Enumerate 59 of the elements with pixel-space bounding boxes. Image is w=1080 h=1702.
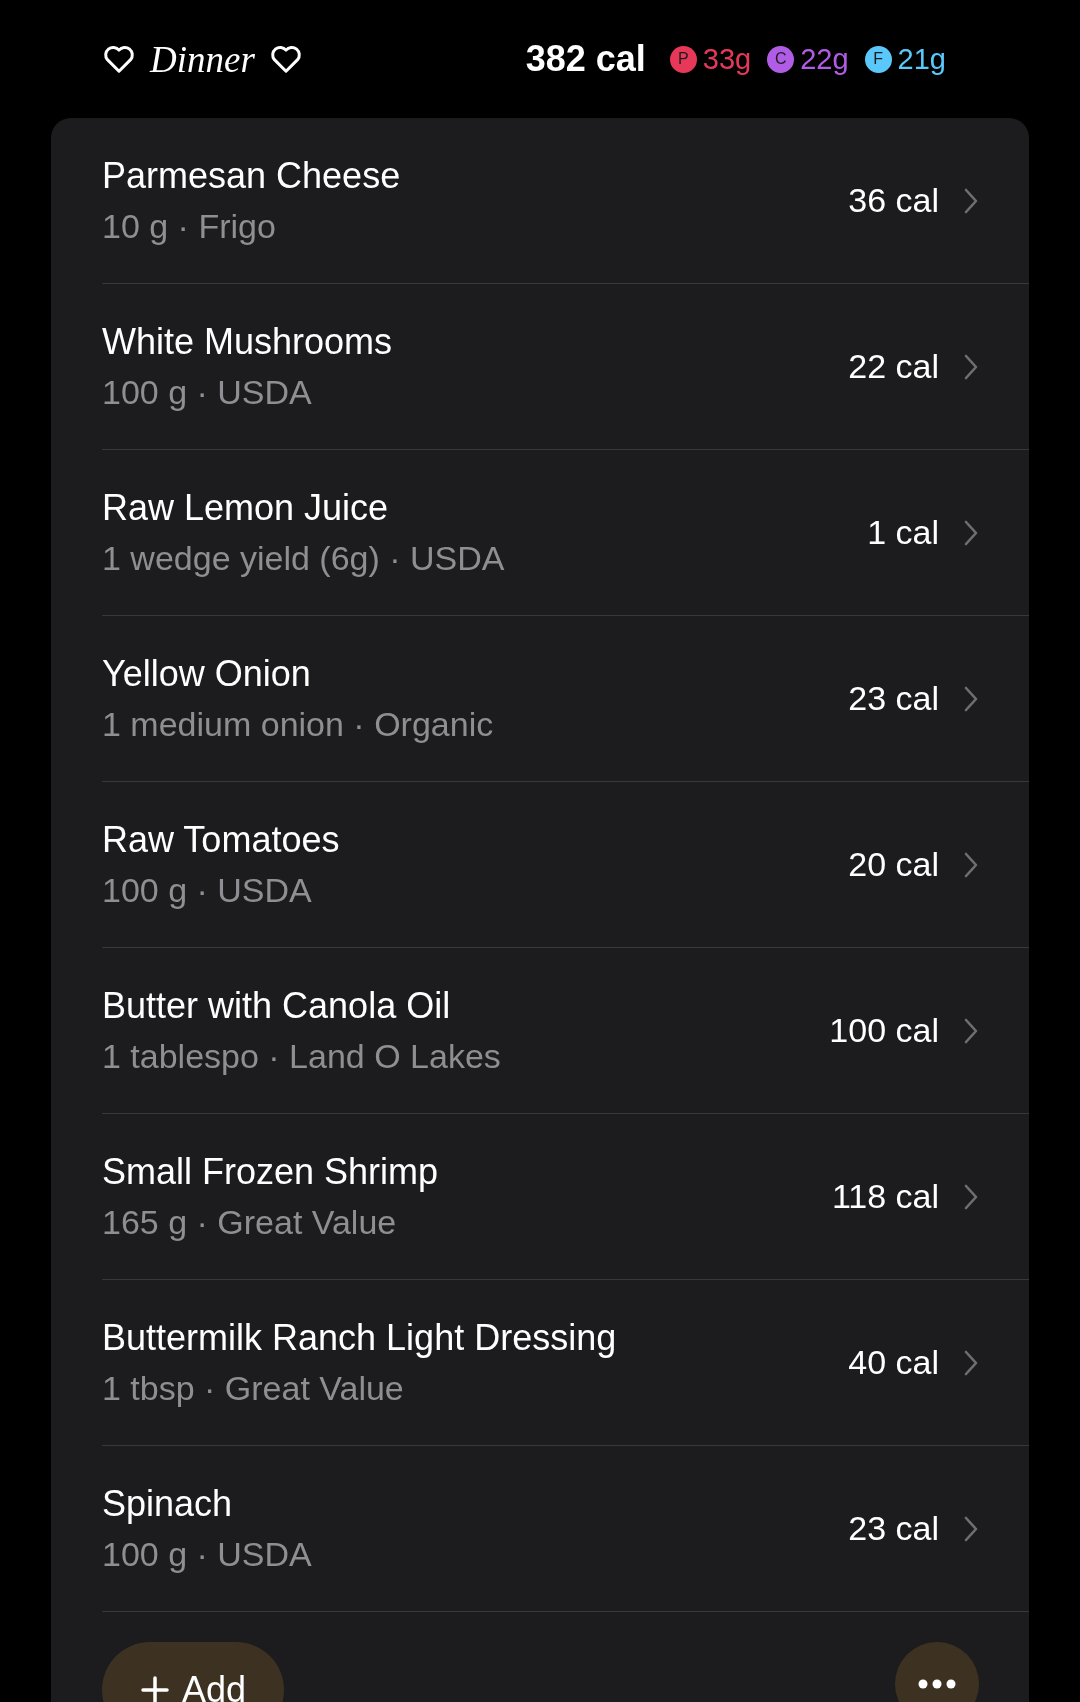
food-detail: 1 medium onion · Organic [102,705,495,744]
food-detail: 100 g · USDA [102,1535,313,1574]
add-button[interactable]: Add [102,1642,285,1702]
plus-icon [140,1675,170,1702]
food-detail: 100 g · USDA [102,871,313,910]
chevron-right-icon [963,518,979,547]
food-row[interactable]: Small Frozen Shrimp 165 g · Great Value 118 cal [102,1114,1029,1280]
heart-icon [268,44,303,74]
food-calories: 22 cal [848,347,939,386]
food-detail: 100 g · USDA [102,373,313,412]
chevron-right-icon [963,850,979,879]
chevron-right-icon [963,352,979,381]
food-name: Parmesan Cheese [102,155,402,197]
macro-badge: F [864,45,892,73]
food-name: White Mushrooms [102,321,394,363]
food-row[interactable]: Yellow Onion 1 medium onion · Organic 23 cal [102,616,1029,782]
chevron-right-icon [963,1348,979,1377]
macro-amount: 22g [800,42,849,76]
food-calories: 118 cal [831,1177,939,1216]
heart-icon [102,44,136,74]
food-name: Butter with Canola Oil [102,985,452,1027]
food-calories: 20 cal [848,845,939,884]
food-name: Yellow Onion [102,653,312,695]
macro-badge: C [767,45,795,73]
food-name: Buttermilk Ranch Light Dressing [102,1317,618,1359]
food-row[interactable]: White Mushrooms 100 g · USDA 22 cal [102,284,1029,450]
food-calories: 36 cal [848,181,939,220]
chevron-right-icon [963,684,979,713]
ellipsis-icon [918,1679,956,1689]
chevron-right-icon [963,1182,979,1211]
macro-badge: P [669,45,697,73]
food-row[interactable]: Parmesan Cheese 10 g · Frigo 36 cal [102,118,1029,284]
food-calories: 23 cal [848,1509,939,1548]
food-detail: 1 tablespo · Land O Lakes [102,1037,502,1076]
food-name: Small Frozen Shrimp [102,1151,440,1193]
food-calories: 100 cal [829,1011,939,1050]
food-row[interactable]: Raw Tomatoes 100 g · USDA 20 cal [102,782,1029,948]
food-detail: 10 g · Frigo [102,207,277,246]
food-calories: 40 cal [848,1343,939,1382]
food-row[interactable]: Raw Lemon Juice 1 wedge yield (6g) · USDA 1 cal [102,450,1029,616]
food-detail: 1 wedge yield (6g) · USDA [102,539,506,578]
total-calories: 382 cal [525,38,646,80]
food-row[interactable]: Buttermilk Ranch Light Dressing 1 tbsp · Great Value 40 cal [102,1280,1029,1446]
food-name: Spinach [102,1483,234,1525]
food-calories: 1 cal [867,513,939,552]
food-calories: 23 cal [848,679,939,718]
chevron-right-icon [963,186,979,215]
more-button[interactable] [895,1642,979,1702]
macro-amount: 21g [897,42,946,76]
chevron-right-icon [963,1016,979,1045]
food-detail: 1 tbsp · Great Value [102,1369,405,1408]
food-name: Raw Lemon Juice [102,487,390,529]
food-row[interactable]: Spinach 100 g · USDA 23 cal [102,1446,1029,1612]
chevron-right-icon [963,1514,979,1543]
food-row[interactable]: Butter with Canola Oil 1 tablespo · Land O Lakes 100 cal [102,948,1029,1114]
macro-amount: 33g [702,42,752,76]
food-detail: 165 g · Great Value [102,1203,398,1242]
meal-title: Dinner [150,37,255,81]
food-name: Raw Tomatoes [102,819,341,861]
